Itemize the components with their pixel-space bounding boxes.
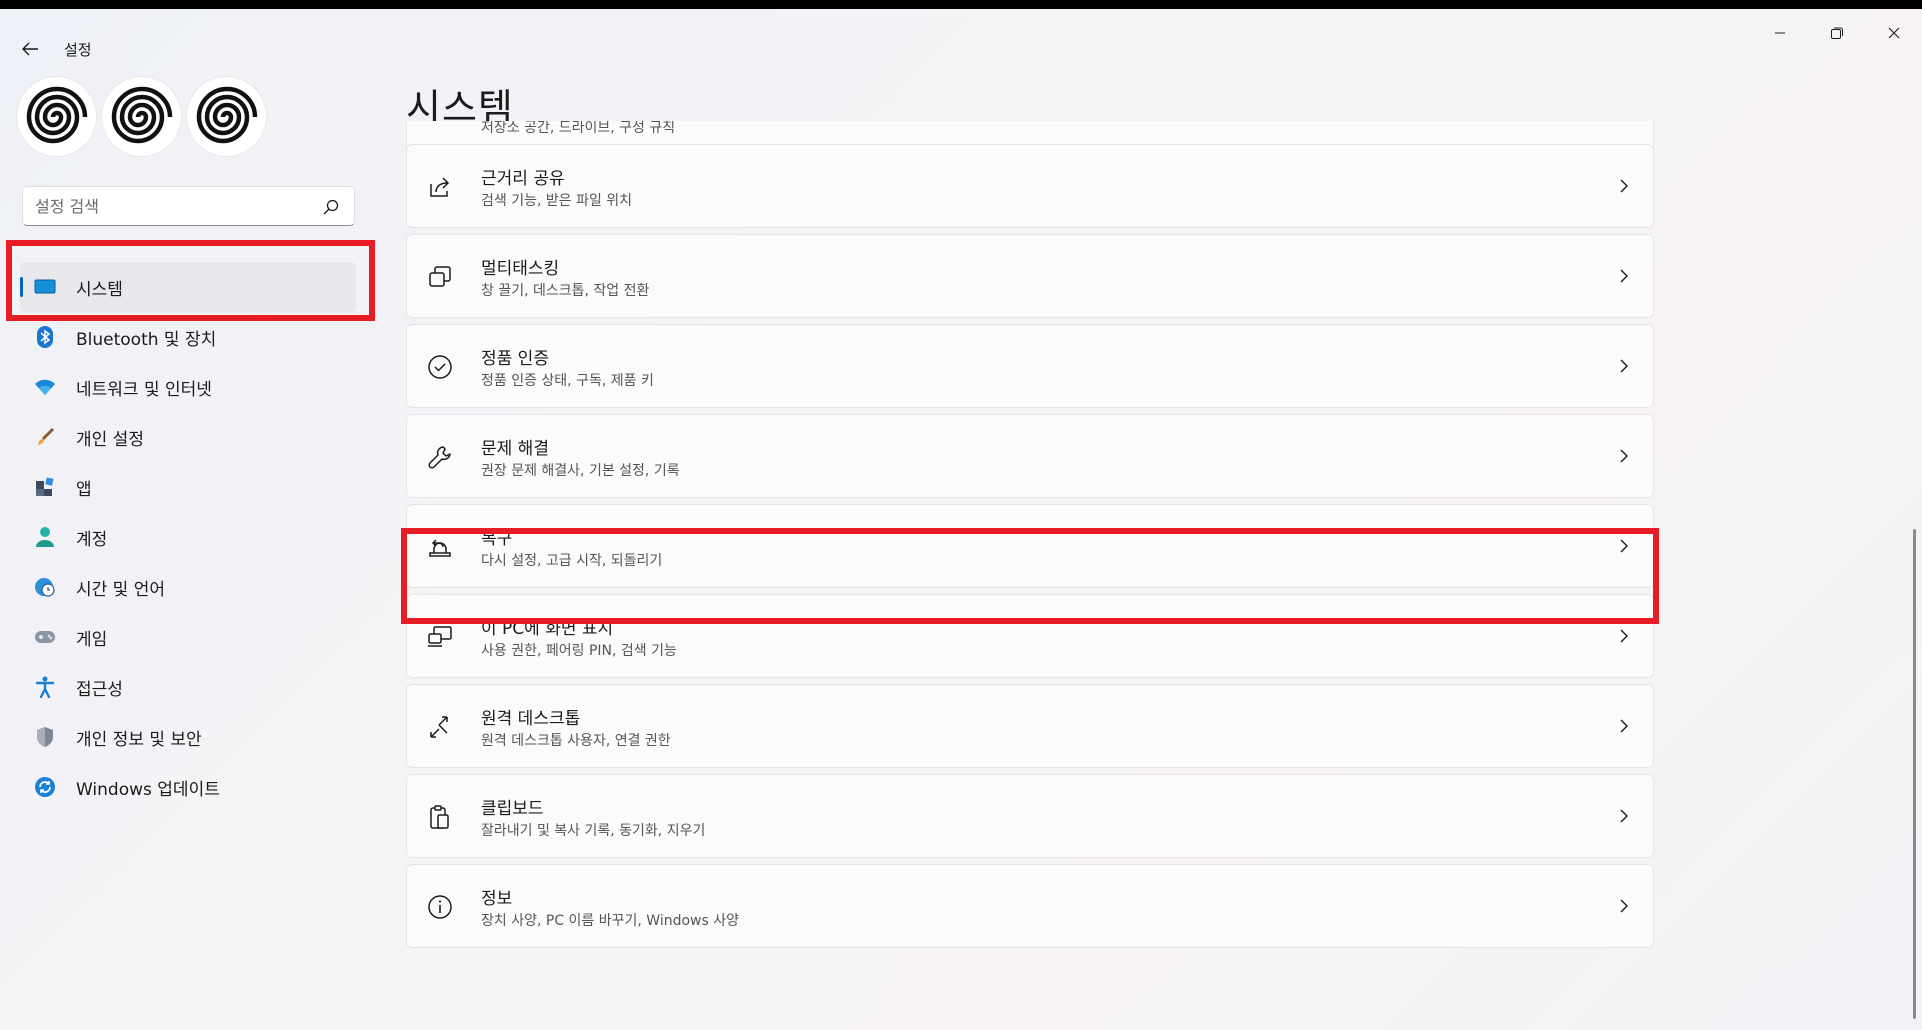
globe-clock-icon bbox=[34, 576, 56, 598]
sidebar-item-apps[interactable]: 앱 bbox=[20, 462, 356, 512]
profile-area[interactable] bbox=[17, 77, 272, 156]
wifi-icon bbox=[34, 376, 56, 398]
sidebar-item-label: 개인 설정 bbox=[76, 429, 144, 450]
sidebar-item-privacy[interactable]: 개인 정보 및 보안 bbox=[20, 712, 356, 762]
sidebar-item-label: 개인 정보 및 보안 bbox=[76, 729, 202, 750]
arrow-left-icon bbox=[22, 42, 38, 56]
sidebar-item-label: 시간 및 언어 bbox=[76, 579, 166, 600]
bluetooth-icon bbox=[34, 326, 56, 348]
search-box bbox=[22, 186, 355, 226]
sidebar-item-label: 게임 bbox=[76, 629, 108, 650]
update-icon bbox=[34, 776, 56, 798]
window-controls bbox=[1751, 9, 1922, 57]
chevron-right-icon bbox=[1620, 359, 1628, 373]
sidebar-item-accounts[interactable]: 계정 bbox=[20, 512, 356, 562]
sidebar-item-accessibility[interactable]: 접근성 bbox=[20, 662, 356, 712]
brush-icon bbox=[34, 426, 56, 448]
sidebar-item-windows-update[interactable]: Windows 업데이트 bbox=[20, 762, 356, 812]
list-item-title: 정보 bbox=[481, 889, 513, 909]
screen-top-edge bbox=[0, 0, 1922, 9]
list-item-sub: 원격 데스크톱 사용자, 연결 권한 bbox=[481, 733, 671, 749]
list-item-activation[interactable]: 정품 인증 정품 인증 상태, 구독, 제품 키 bbox=[406, 324, 1654, 408]
sidebar-highlight-box bbox=[6, 240, 375, 321]
project-icon bbox=[428, 626, 452, 647]
chevron-right-icon bbox=[1620, 629, 1628, 643]
remote-desktop-icon bbox=[430, 716, 448, 738]
list-item-sub: 창 끌기, 데스크톱, 작업 전환 bbox=[481, 283, 650, 299]
sidebar-item-label: 계정 bbox=[76, 529, 108, 550]
app-title: 설정 bbox=[64, 41, 92, 59]
avatar bbox=[187, 77, 266, 156]
clipboard-icon bbox=[430, 805, 449, 829]
shield-icon bbox=[34, 726, 56, 748]
list-item-about[interactable]: 정보 장치 사양, PC 이름 바꾸기, Windows 사양 bbox=[406, 864, 1654, 948]
list-item-sub: 검색 기능, 받은 파일 위치 bbox=[481, 193, 633, 209]
chevron-right-icon bbox=[1620, 719, 1628, 733]
list-item-title: 원격 데스크톱 bbox=[481, 709, 581, 729]
apps-icon bbox=[34, 476, 56, 498]
info-icon bbox=[428, 895, 452, 919]
list-item-sub: 저장소 공간, 드라이브, 구성 규칙 bbox=[481, 121, 676, 136]
wrench-icon bbox=[428, 446, 451, 469]
multitask-icon bbox=[429, 266, 451, 287]
close-icon bbox=[1888, 27, 1899, 39]
sidebar-nav: 시스템 Bluetooth 및 장치 네트워크 및 인터넷 개인 설정 앱 계정… bbox=[20, 262, 356, 812]
chevron-right-icon bbox=[1620, 179, 1628, 193]
sidebar-item-network[interactable]: 네트워크 및 인터넷 bbox=[20, 362, 356, 412]
list-item-nearby-sharing[interactable]: 근거리 공유 검색 기능, 받은 파일 위치 bbox=[406, 144, 1654, 228]
list-item-troubleshoot[interactable]: 문제 해결 권장 문제 해결사, 기본 설정, 기록 bbox=[406, 414, 1654, 498]
list-item-sub: 사용 권한, 페어링 PIN, 검색 기능 bbox=[481, 643, 677, 659]
settings-window: 설정 설정 검색 시스템 Bluetooth 및 장치 네트워크 및 인터넷 개… bbox=[0, 9, 1922, 1030]
sidebar-item-label: Bluetooth 및 장치 bbox=[76, 329, 217, 350]
list-item-title: 근거리 공유 bbox=[481, 169, 565, 189]
avatar bbox=[17, 77, 96, 156]
check-circle-icon bbox=[428, 355, 452, 379]
title-bar: 설정 bbox=[0, 9, 1922, 69]
person-icon bbox=[34, 526, 56, 548]
sidebar-item-label: 접근성 bbox=[76, 679, 123, 700]
search-input[interactable] bbox=[35, 195, 315, 217]
sidebar-item-personalization[interactable]: 개인 설정 bbox=[20, 412, 356, 462]
share-icon bbox=[430, 177, 450, 197]
list-item-multitasking[interactable]: 멀티태스킹 창 끌기, 데스크톱, 작업 전환 bbox=[406, 234, 1654, 318]
chevron-right-icon bbox=[1620, 899, 1628, 913]
restore-icon bbox=[1830, 27, 1843, 39]
list-item-clipboard[interactable]: 클립보드 잘라내기 및 복사 기록, 동기화, 지우기 bbox=[406, 774, 1654, 858]
list-item-title: 멀티태스킹 bbox=[481, 259, 560, 279]
chevron-right-icon bbox=[1620, 809, 1628, 823]
sidebar-item-time-language[interactable]: 시간 및 언어 bbox=[20, 562, 356, 612]
chevron-right-icon bbox=[1620, 269, 1628, 283]
spiral-icon bbox=[26, 86, 87, 143]
spiral-icon bbox=[196, 86, 257, 143]
gamepad-icon bbox=[34, 626, 56, 648]
sidebar-item-label: Windows 업데이트 bbox=[76, 779, 220, 800]
sidebar-item-label: 앱 bbox=[76, 479, 92, 500]
sidebar-item-gaming[interactable]: 게임 bbox=[20, 612, 356, 662]
avatar bbox=[102, 77, 181, 156]
scrollbar[interactable] bbox=[1913, 529, 1916, 1019]
close-button[interactable] bbox=[1865, 9, 1922, 57]
spiral-icon bbox=[111, 86, 172, 143]
sidebar-item-label: 네트워크 및 인터넷 bbox=[76, 379, 212, 400]
list-item-sub: 잘라내기 및 복사 기록, 동기화, 지우기 bbox=[481, 823, 706, 839]
minimize-icon bbox=[1774, 32, 1785, 34]
back-button[interactable] bbox=[14, 29, 46, 69]
list-item-title: 문제 해결 bbox=[481, 439, 549, 459]
list-item-title: 클립보드 bbox=[481, 799, 544, 819]
list-item-sub: 장치 사양, PC 이름 바꾸기, Windows 사양 bbox=[481, 913, 739, 929]
list-item-title: 정품 인증 bbox=[481, 349, 549, 369]
recovery-highlight-box bbox=[401, 528, 1659, 624]
list-item-sub: 정품 인증 상태, 구독, 제품 키 bbox=[481, 373, 654, 389]
accessibility-icon bbox=[34, 676, 56, 698]
minimize-button[interactable] bbox=[1751, 9, 1808, 57]
search-icon[interactable] bbox=[322, 198, 340, 216]
restore-button[interactable] bbox=[1808, 9, 1865, 57]
chevron-right-icon bbox=[1620, 449, 1628, 463]
list-item-remote-desktop[interactable]: 원격 데스크톱 원격 데스크톱 사용자, 연결 권한 bbox=[406, 684, 1654, 768]
list-item-sub: 권장 문제 해결사, 기본 설정, 기록 bbox=[481, 463, 680, 479]
